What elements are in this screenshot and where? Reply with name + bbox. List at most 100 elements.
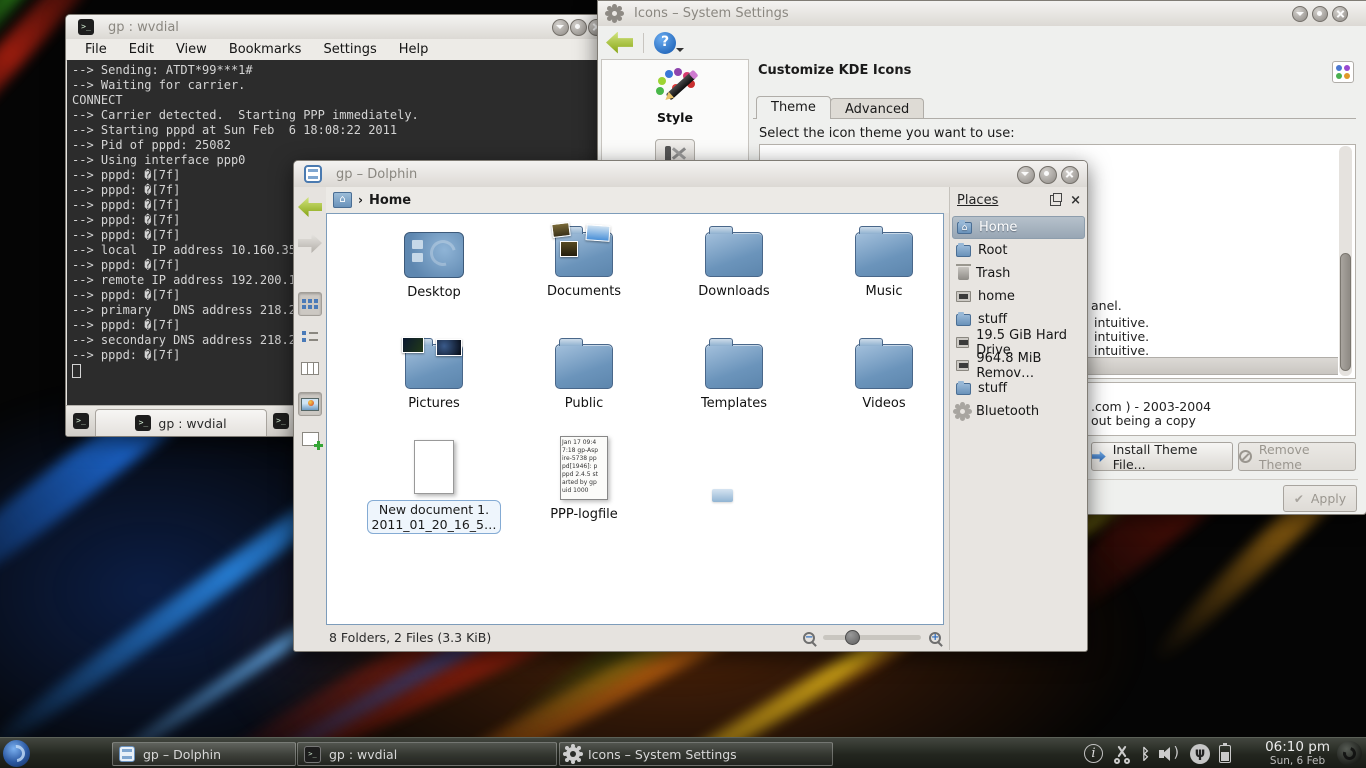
folder-item-templates[interactable]: Templates	[664, 336, 804, 411]
zoom-slider-knob[interactable]	[845, 630, 860, 645]
back-button[interactable]	[606, 32, 633, 54]
minimize-button[interactable]	[1292, 6, 1308, 22]
trash-icon	[958, 267, 969, 280]
folder-item-videos[interactable]: Videos	[814, 336, 944, 411]
minimize-button[interactable]	[1017, 166, 1035, 184]
place-bluetooth[interactable]: Bluetooth	[950, 400, 1087, 423]
split-view-button[interactable]	[298, 427, 322, 451]
folder-label: Public	[514, 396, 654, 411]
place-removable-drive[interactable]: 964.8 MiB Remov…	[950, 354, 1087, 377]
place-root[interactable]: Root	[950, 239, 1087, 262]
places-header: Places ×	[950, 187, 1087, 216]
file-item-ppp-logfile[interactable]: Jan 17 09:4 7:18 gp-Asp ire-5738 pp pd[1…	[514, 436, 654, 522]
menu-edit[interactable]: Edit	[120, 41, 163, 58]
help-button[interactable]: ?	[654, 32, 676, 54]
remove-theme-button[interactable]: Remove Theme	[1238, 442, 1356, 471]
menu-view[interactable]: View	[167, 41, 216, 58]
pencil-icon	[666, 72, 697, 101]
columns-view-button[interactable]	[298, 356, 322, 380]
file-label: PPP-logfile	[514, 507, 654, 522]
scrollbar-thumb[interactable]	[1340, 253, 1351, 371]
details-view-button[interactable]	[298, 324, 322, 348]
menu-settings[interactable]: Settings	[314, 41, 385, 58]
maximize-button[interactable]	[570, 19, 587, 36]
tab-theme[interactable]: Theme	[756, 96, 831, 119]
battery-icon[interactable]	[1219, 745, 1231, 763]
terminal-icon: >_	[273, 413, 289, 429]
terminal-icon: >_	[304, 746, 321, 763]
style-category-icon[interactable]	[652, 68, 698, 108]
minimize-button[interactable]	[552, 19, 569, 36]
theme-description-fragment: .com ) - 2003-2004	[1091, 399, 1211, 414]
place-label: stuff	[978, 381, 1007, 396]
new-tab-button[interactable]: >_	[70, 410, 92, 432]
install-theme-button[interactable]: Install Theme File...	[1091, 442, 1233, 471]
no-entry-icon	[1239, 450, 1252, 463]
terminal-icon: >_	[78, 19, 94, 35]
photo-thumbnail	[402, 337, 424, 353]
terminal-line: --> Starting pppd at Sun Feb 6 18:08:22 …	[72, 123, 615, 138]
place-trash[interactable]: Trash	[950, 262, 1087, 285]
install-theme-label: Install Theme File...	[1113, 442, 1232, 472]
place-home[interactable]: ⌂ Home	[952, 216, 1085, 239]
chevron-down-icon	[676, 48, 684, 56]
task-button-system-settings[interactable]: Icons – System Settings	[559, 742, 833, 766]
place-home-partition[interactable]: home	[950, 285, 1087, 308]
maximize-button[interactable]	[1312, 6, 1328, 22]
preview-button[interactable]	[298, 392, 322, 416]
breadcrumb: ⌂ › Home	[326, 187, 949, 213]
folder-item-music[interactable]: Music	[814, 224, 944, 299]
close-button[interactable]	[1332, 6, 1348, 22]
close-panel-icon[interactable]: ×	[1070, 196, 1081, 206]
breadcrumb-home[interactable]: Home	[369, 193, 411, 208]
konsole-titlebar[interactable]: >_ gp : wvdial	[66, 15, 611, 40]
folder-item-documents[interactable]: Documents	[514, 224, 654, 299]
place-label: home	[978, 289, 1015, 304]
panel-cashew-icon[interactable]	[1337, 741, 1362, 766]
place-label: stuff	[978, 312, 1007, 327]
apply-button[interactable]: ✔ Apply	[1283, 485, 1357, 512]
menu-file[interactable]: File	[76, 41, 116, 58]
back-button[interactable]	[298, 195, 322, 219]
zoom-in-icon[interactable]: +	[929, 632, 941, 644]
home-icon[interactable]: ⌂	[333, 192, 352, 208]
dot-icon	[1336, 73, 1342, 79]
zoom-slider[interactable]	[823, 635, 921, 640]
import-icon	[1092, 451, 1106, 462]
close-tab-button[interactable]: >_	[270, 410, 292, 432]
gear-icon	[566, 747, 580, 761]
bluetooth-icon[interactable]: ᛒ	[1141, 745, 1150, 763]
scrollbar[interactable]	[1339, 146, 1352, 376]
clock[interactable]: 06:10 pm Sun, 6 Feb	[1265, 740, 1330, 768]
menu-bookmarks[interactable]: Bookmarks	[220, 41, 311, 58]
folder-item-desktop[interactable]: Desktop	[364, 224, 504, 300]
sidebar-item-style[interactable]: Style	[602, 110, 748, 125]
icons-view-button[interactable]	[298, 292, 322, 316]
app-launcher-button[interactable]	[3, 740, 30, 767]
klipper-icon[interactable]	[1112, 744, 1132, 764]
file-item-new-document[interactable]: New document 1. 2011_01_20_16_5…	[364, 436, 504, 534]
settings-titlebar[interactable]: Icons – System Settings	[598, 1, 1366, 27]
folder-item-public[interactable]: Public	[514, 336, 654, 411]
close-button[interactable]	[1061, 166, 1079, 184]
folder-item-downloads[interactable]: Downloads	[664, 224, 804, 299]
tab-advanced[interactable]: Advanced	[830, 98, 924, 119]
tab-gp-wvdial[interactable]: >_ gp : wvdial	[95, 409, 267, 436]
task-button-wvdial[interactable]: >_ gp : wvdial	[297, 742, 557, 766]
folder-icon	[555, 344, 613, 389]
task-label: gp – Dolphin	[143, 747, 221, 762]
maximize-button[interactable]	[1039, 166, 1057, 184]
zoom-out-icon[interactable]: −	[803, 632, 815, 644]
folder-icon	[855, 344, 913, 389]
volume-icon[interactable]: )	[1159, 745, 1181, 763]
task-button-dolphin[interactable]: gp – Dolphin	[112, 742, 296, 766]
menu-help[interactable]: Help	[390, 41, 438, 58]
dolphin-file-view[interactable]: Desktop Documents Downloads Music	[326, 213, 944, 625]
usb-device-icon[interactable]: ψ	[1190, 744, 1210, 764]
file-label-line: New document 1.	[372, 502, 497, 517]
notifications-icon[interactable]: i	[1084, 744, 1103, 763]
dolphin-titlebar[interactable]: gp – Dolphin	[294, 161, 1087, 188]
float-panel-icon[interactable]	[1050, 195, 1061, 206]
forward-button[interactable]	[298, 231, 322, 255]
folder-item-pictures[interactable]: Pictures	[364, 336, 504, 411]
